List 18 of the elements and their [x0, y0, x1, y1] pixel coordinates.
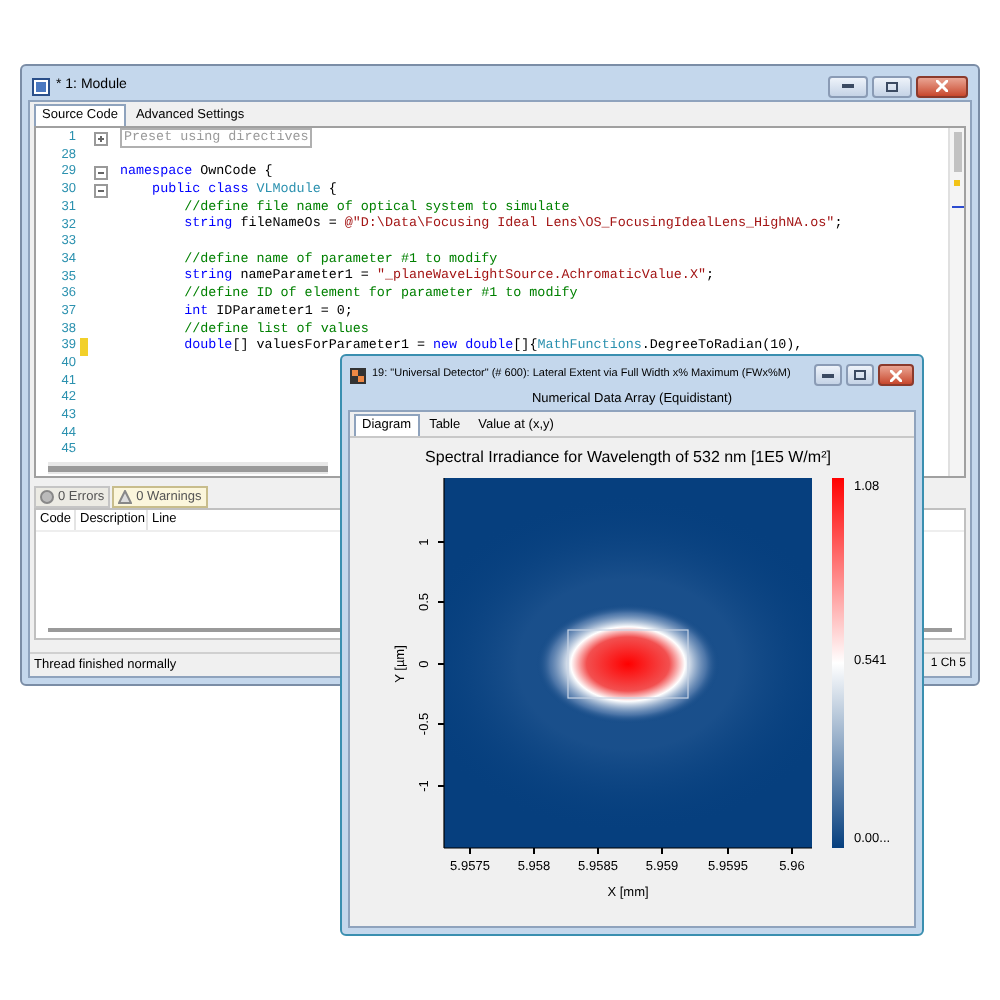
close-icon	[936, 80, 948, 92]
collapse-icon[interactable]	[93, 166, 107, 181]
vertical-scrollbar[interactable]	[948, 128, 964, 476]
minimize-button[interactable]	[814, 364, 842, 386]
close-button[interactable]	[916, 75, 968, 97]
plot-title: Spectral Irradiance for Wavelength of 532 nm [1E5 W/m²]	[425, 448, 831, 466]
maximize-button[interactable]	[872, 75, 912, 97]
warning-icon	[118, 490, 133, 504]
error-icon	[40, 490, 54, 504]
close-icon	[890, 369, 902, 381]
minimize-button[interactable]	[828, 75, 868, 97]
expand-icon[interactable]	[93, 131, 107, 146]
close-button[interactable]	[878, 364, 914, 386]
module-icon	[32, 77, 50, 95]
horizontal-scrollbar[interactable]	[48, 462, 328, 474]
maximize-button[interactable]	[846, 364, 874, 386]
detector-icon	[350, 367, 366, 383]
collapse-icon[interactable]	[93, 183, 107, 198]
